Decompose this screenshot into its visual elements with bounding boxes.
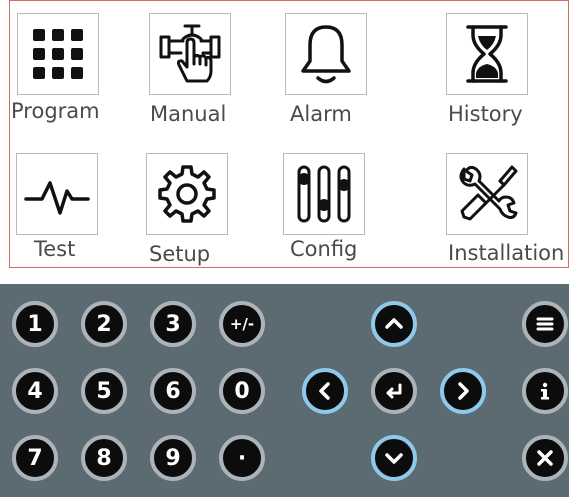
key-right[interactable] <box>440 368 486 414</box>
down-arrow-icon <box>385 453 403 464</box>
right-arrow-icon <box>458 382 469 400</box>
grid-icon <box>33 29 83 79</box>
key-close[interactable] <box>522 435 568 481</box>
enter-icon <box>386 383 402 399</box>
menu-label-history: History <box>448 102 523 126</box>
gear-icon <box>158 165 216 223</box>
setup-tile[interactable] <box>146 153 228 235</box>
key-plus-minus[interactable]: +/- <box>219 301 265 347</box>
manual-tile[interactable] <box>149 13 231 95</box>
key-enter[interactable] <box>371 368 417 414</box>
tools-icon <box>459 165 518 221</box>
key-6[interactable]: 6 <box>150 368 196 414</box>
key-menu[interactable] <box>522 301 568 347</box>
menu-icon <box>536 317 554 331</box>
menu-item-setup[interactable]: Setup <box>140 141 250 269</box>
alarm-tile[interactable] <box>285 13 367 95</box>
menu-label-program: Program <box>11 99 100 123</box>
key-8[interactable]: 8 <box>81 435 127 481</box>
menu-item-test[interactable]: Test <box>10 141 120 269</box>
program-tile[interactable] <box>17 13 99 95</box>
up-arrow-icon <box>385 318 403 329</box>
key-5[interactable]: 5 <box>81 368 127 414</box>
menu-item-alarm[interactable]: Alarm <box>280 1 390 131</box>
close-icon <box>537 450 553 466</box>
menu-label-test: Test <box>34 237 76 261</box>
menu-item-installation[interactable]: Installation <box>440 141 568 269</box>
key-3[interactable]: 3 <box>150 301 196 347</box>
key-dot[interactable]: · <box>219 435 265 481</box>
history-tile[interactable] <box>446 13 528 95</box>
key-9[interactable]: 9 <box>150 435 196 481</box>
left-arrow-icon <box>319 382 330 400</box>
menu-label-alarm: Alarm <box>290 102 352 126</box>
bell-icon <box>301 25 351 84</box>
key-2[interactable]: 2 <box>81 301 127 347</box>
menu-label-installation: Installation <box>448 241 565 265</box>
test-tile[interactable] <box>16 153 98 235</box>
key-info[interactable] <box>522 368 568 414</box>
main-menu-panel: Program Manual Alarm History Test Setup … <box>9 0 569 268</box>
key-0[interactable]: 0 <box>219 368 265 414</box>
menu-label-config: Config <box>290 237 358 261</box>
config-tile[interactable] <box>283 153 365 235</box>
menu-item-history[interactable]: History <box>440 1 565 131</box>
menu-label-manual: Manual <box>150 102 227 126</box>
key-down[interactable] <box>371 435 417 481</box>
menu-item-manual[interactable]: Manual <box>140 1 250 131</box>
key-7[interactable]: 7 <box>12 435 58 481</box>
menu-item-config[interactable]: Config <box>280 141 390 269</box>
menu-label-setup: Setup <box>149 242 211 266</box>
sliders-icon <box>297 165 351 223</box>
key-4[interactable]: 4 <box>12 368 58 414</box>
info-icon <box>541 382 549 400</box>
pulse-icon <box>24 181 90 215</box>
key-up[interactable] <box>371 301 417 347</box>
key-left[interactable] <box>302 368 348 414</box>
installation-tile[interactable] <box>446 153 528 235</box>
menu-item-program[interactable]: Program <box>10 1 120 131</box>
keypad-panel: 1 2 3 +/- 4 5 6 0 7 8 9 · <box>0 284 569 497</box>
key-1[interactable]: 1 <box>12 301 58 347</box>
hourglass-icon <box>466 25 508 83</box>
valve-hand-icon <box>159 24 221 83</box>
